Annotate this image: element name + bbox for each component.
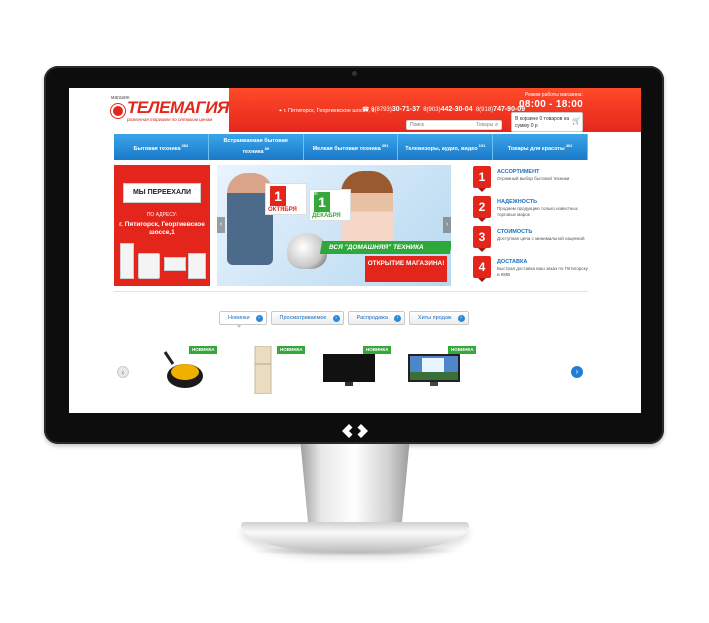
promo-address: г. Пятигорск, Георгиевское шоссе,1: [119, 221, 205, 236]
features-list: 1 АССОРТИМЕНТ Огромный выбор бытовой тех…: [473, 166, 593, 286]
search-category-select[interactable]: Товары: [476, 122, 493, 128]
brand-logo-icon: [342, 424, 368, 438]
nav-item-household[interactable]: Бытовая техника382: [114, 134, 209, 160]
site-logo[interactable]: магазин ТЕЛЕМАГИЯ розничная торговля по …: [109, 94, 237, 124]
chevron-right-icon: ›: [255, 315, 263, 322]
header-address: ⌖ г. Пятигорск, Георгиевское шоссе, 1: [279, 108, 375, 114]
feature-item: 2 НАДЕЖНОСТЬ Продаем продукцию только из…: [473, 196, 593, 226]
new-badge: НОВИНКА: [277, 346, 306, 354]
feature-title: ДОСТАВКА: [497, 259, 528, 265]
slider-next-button[interactable]: ›: [443, 217, 451, 233]
monitor-stand-neck: [300, 444, 410, 530]
logo-text: ТЕЛЕМАГИЯ: [127, 98, 229, 117]
working-hours: 08:00 - 18:00: [519, 99, 583, 110]
location-icon: ⌖: [279, 108, 283, 114]
stove-image: [188, 253, 206, 279]
feature-item: 3 СТОИМОСТЬ Доступная цена с минимальной…: [473, 226, 593, 256]
section-divider: [114, 291, 588, 292]
new-badge: НОВИНКА: [189, 346, 218, 354]
refrigerator-image: [254, 346, 272, 394]
feature-desc: Доступная цена с минимальной наценкой: [497, 236, 585, 241]
slider-prev-button[interactable]: ‹: [217, 217, 225, 233]
site-header: магазин ТЕЛЕМАГИЯ розничная торговля по …: [69, 88, 641, 132]
phone-icon: ☎: [362, 107, 370, 113]
header-phones: ☎ 8(8793)30-71-37 8(903)442-30-04 8(918)…: [362, 106, 526, 113]
product-card[interactable]: НОВИНКА: [245, 346, 306, 394]
feature-title: НАДЕЖНОСТЬ: [497, 199, 538, 205]
chevron-right-icon: ›: [393, 315, 401, 322]
moved-promo-banner[interactable]: МЫ ПЕРЕЕХАЛИ ПО АДРЕСУ: г. Пятигорск, Ге…: [114, 165, 210, 286]
feature-number: 4: [473, 256, 491, 282]
product-card[interactable]: НОВИНКА: [153, 346, 218, 388]
logo-tagline: розничная торговля по оптовым ценам: [127, 117, 213, 122]
nav-item-beauty[interactable]: Товары для красоты402: [493, 134, 588, 160]
tab-new[interactable]: Новинки ›: [219, 311, 267, 328]
feature-desc: Продаем продукцию только известных торго…: [497, 206, 578, 217]
date-start-card: 1 с ОКТЯБРЯ: [265, 183, 307, 215]
cart-widget[interactable]: В корзине 0 товаров на сумму 0 р 🛒: [511, 112, 583, 132]
product-card[interactable]: НОВИНКА: [321, 346, 392, 386]
product-card[interactable]: НОВИНКА: [406, 346, 477, 386]
feature-title: СТОИМОСТЬ: [497, 229, 533, 235]
tv-waterfall-image: [408, 354, 460, 386]
fridge-image: [120, 243, 134, 279]
nav-item-tv-audio[interactable]: Телевизоры, аудио, видео191: [398, 134, 494, 160]
search-box: Товары ⌕: [406, 120, 502, 130]
products-prev-button[interactable]: ‹: [117, 366, 129, 378]
feature-desc: Огромный выбор бытовой техники: [497, 176, 570, 181]
slide-green-banner: ВСЯ "ДОМАШНЯЯ" ТЕХНИКА: [319, 241, 451, 254]
feature-number: 3: [473, 226, 491, 252]
feature-title: АССОРТИМЕНТ: [497, 169, 540, 175]
product-tabs: Новинки › Просматриваемое › Распродажа › Хи…: [219, 311, 469, 328]
promo-address-label: ПО АДРЕСУ:: [146, 212, 178, 218]
search-icon[interactable]: ⌕: [495, 122, 498, 129]
feature-item: 4 ДОСТАВКА Быстрая доставка ваш заказ по…: [473, 256, 593, 286]
new-badge: НОВИНКА: [363, 346, 392, 354]
website-screen: магазин ТЕЛЕМАГИЯ розничная торговля по …: [69, 88, 641, 413]
main-slider[interactable]: 1 с ОКТЯБРЯ 1 по ДЕКАБРЯ ВСЯ "ДОМАШНЯЯ" …: [217, 165, 451, 286]
products-next-button[interactable]: ›: [571, 366, 583, 378]
feature-item: 1 АССОРТИМЕНТ Огромный выбор бытовой тех…: [473, 166, 593, 196]
tv-image: [323, 354, 375, 386]
feature-number: 1: [473, 166, 491, 192]
cart-summary: В корзине 0 товаров на сумму 0 р: [515, 116, 570, 129]
feature-desc: Быстрая доставка ваш заказ по Пятигорску…: [497, 266, 588, 277]
logo-circle-icon: [111, 104, 125, 118]
cart-icon: 🛒: [572, 118, 581, 125]
tab-hits[interactable]: Хиты продаж ›: [408, 311, 469, 325]
vacuum-cleaner-image: [163, 351, 203, 388]
monitor-scene: магазин ТЕЛЕМАГИЯ розничная торговля по …: [0, 0, 709, 623]
nav-item-small-appliances[interactable]: Мелкая бытовая техника391: [303, 134, 399, 160]
tab-viewed[interactable]: Просматриваемое ›: [270, 311, 344, 325]
washer-image: [138, 253, 160, 279]
moved-sign: МЫ ПЕРЕЕХАЛИ: [123, 183, 201, 203]
microwave-image: [164, 257, 186, 271]
new-badge: НОВИНКА: [448, 346, 477, 354]
feature-number: 2: [473, 196, 491, 222]
date-end-card: 1 по ДЕКАБРЯ: [309, 189, 351, 221]
hours-label: Режим работы магазина:: [525, 92, 583, 98]
search-input[interactable]: [410, 121, 470, 129]
nav-item-built-in[interactable]: Встраиваемая бытовая техника89: [208, 134, 304, 160]
chevron-right-icon: ›: [457, 315, 465, 322]
chevron-right-icon: ›: [332, 315, 340, 322]
category-nav: Бытовая техника382 Встраиваемая бытовая …: [114, 134, 588, 160]
tab-sale[interactable]: Распродажа ›: [347, 311, 405, 325]
slide-red-banner: ОТКРЫТИЕ МАГАЗИНА!: [365, 256, 447, 282]
webcam: [352, 71, 357, 76]
